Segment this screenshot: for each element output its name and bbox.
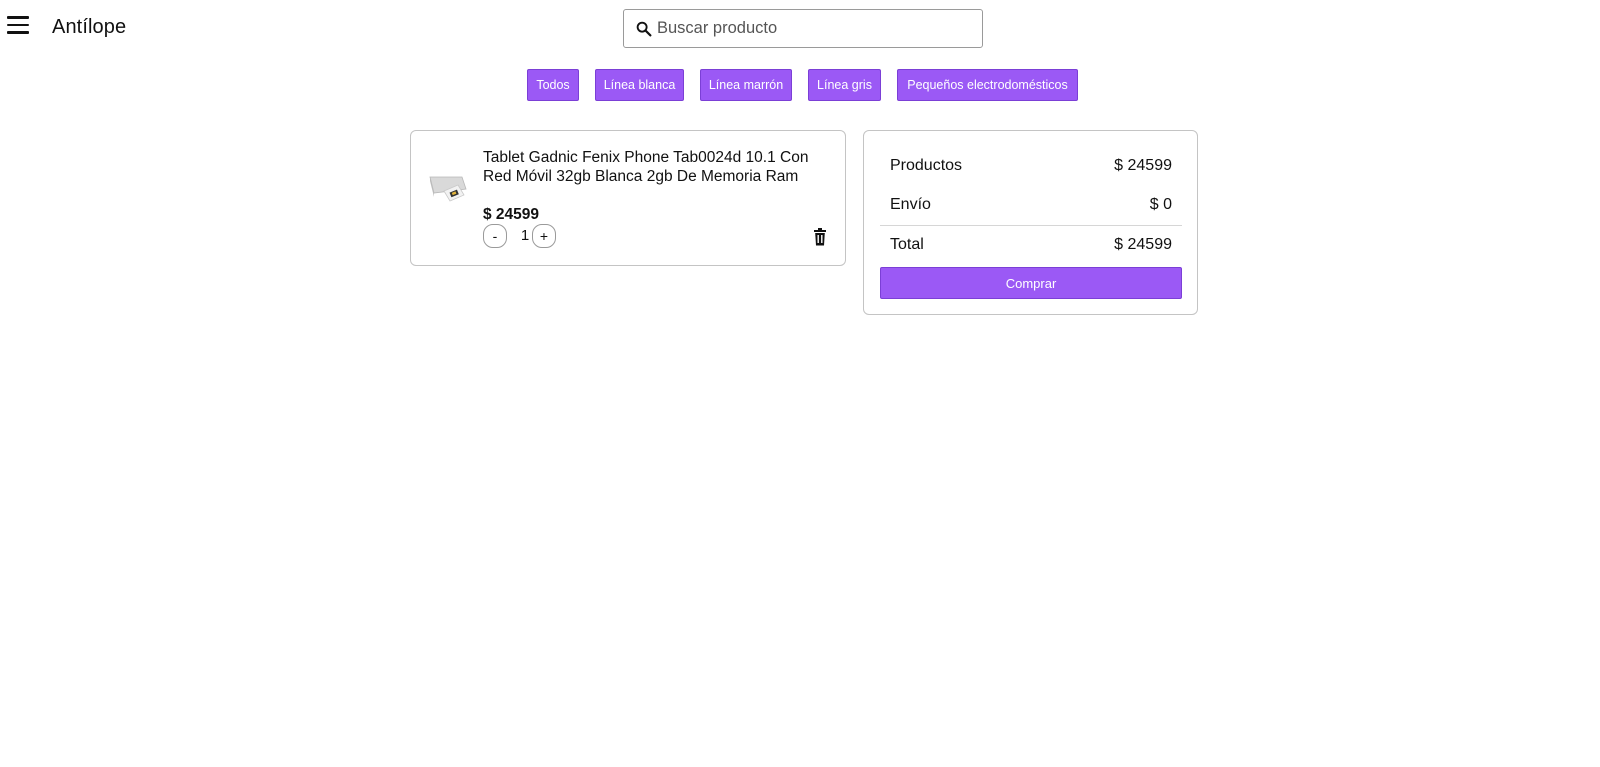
summary-divider xyxy=(880,225,1182,226)
summary-shipping-value: $ 0 xyxy=(1149,196,1172,213)
order-summary-card: Productos $ 24599 Envío $ 0 Total $ 2459… xyxy=(863,130,1198,315)
brand-title: Antílope xyxy=(52,16,127,38)
summary-products-row: Productos $ 24599 xyxy=(890,157,1172,175)
summary-total-row: Total $ 24599 xyxy=(890,236,1172,254)
increment-quantity-button[interactable]: + xyxy=(532,224,556,248)
summary-total-label: Total xyxy=(890,236,924,253)
category-linea-marron-button[interactable]: Línea marrón xyxy=(700,69,792,101)
summary-products-value: $ 24599 xyxy=(1114,157,1172,174)
category-filter-bar: Todos Línea blanca Línea marrón Línea gr… xyxy=(0,69,1600,101)
buy-button[interactable]: Comprar xyxy=(880,267,1182,299)
summary-shipping-label: Envío xyxy=(890,196,931,213)
search-icon xyxy=(636,21,652,36)
search-box[interactable] xyxy=(623,9,983,48)
category-linea-gris-button[interactable]: Línea gris xyxy=(808,69,881,101)
product-thumbnail[interactable] xyxy=(428,171,468,207)
category-todos-button[interactable]: Todos xyxy=(527,69,579,101)
summary-shipping-row: Envío $ 0 xyxy=(890,196,1172,214)
trash-icon[interactable] xyxy=(812,228,828,246)
category-linea-blanca-button[interactable]: Línea blanca xyxy=(595,69,684,101)
category-pequenos-electrodomesticos-button[interactable]: Pequeños electrodomésticos xyxy=(897,69,1078,101)
summary-total-value: $ 24599 xyxy=(1114,236,1172,253)
cart-item-title[interactable]: Tablet Gadnic Fenix Phone Tab0024d 10.1 … xyxy=(483,148,813,186)
decrement-quantity-button[interactable]: - xyxy=(483,224,507,248)
cart-item-card: Tablet Gadnic Fenix Phone Tab0024d 10.1 … xyxy=(410,130,846,266)
cart-item-price: $ 24599 xyxy=(483,206,540,223)
top-bar: Antílope xyxy=(0,0,1600,56)
summary-products-label: Productos xyxy=(890,157,963,174)
quantity-value: 1 xyxy=(520,227,530,244)
search-input[interactable] xyxy=(657,10,982,47)
hamburger-menu-icon[interactable] xyxy=(6,16,30,38)
